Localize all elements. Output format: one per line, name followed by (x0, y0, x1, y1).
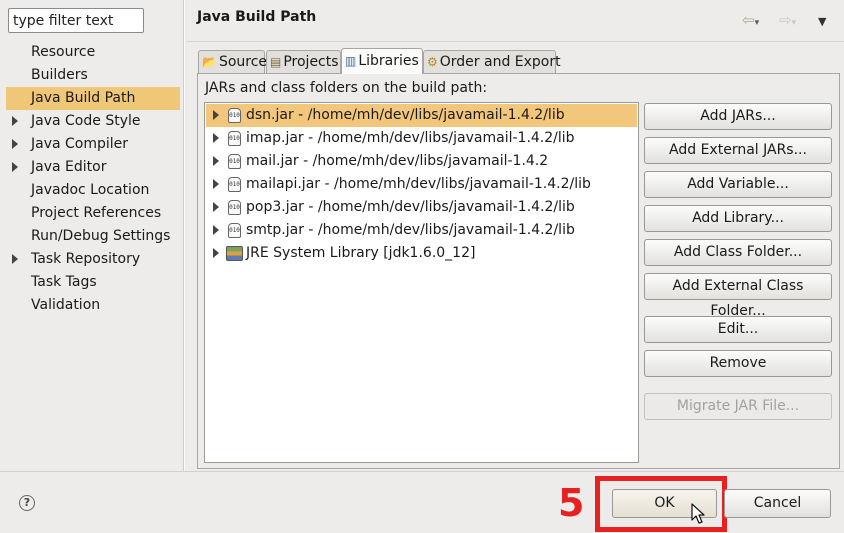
tree-item[interactable]: Java Compiler (6, 133, 180, 156)
tab-source[interactable]: 📂 Source (198, 50, 268, 73)
projects-icon: ▤ (270, 54, 282, 69)
library-row-label: imap.jar - /home/mh/dev/libs/javamail-1.… (246, 130, 575, 146)
expand-arrow-icon[interactable] (12, 254, 18, 264)
tab-order-export[interactable]: ⚙ Order and Export (423, 50, 561, 73)
tree-item[interactable]: Task Repository (6, 248, 180, 271)
page-title: Java Build Path (197, 9, 317, 25)
tab-label: Source (218, 53, 268, 70)
add-library-button[interactable]: Add Library... (644, 205, 832, 232)
library-row[interactable]: 010 dsn.jar - /home/mh/dev/libs/javamail-… (206, 104, 637, 127)
expand-arrow-icon[interactable] (213, 156, 219, 166)
tree-item-label: Task Repository (31, 251, 141, 267)
jar-icon: 010 (228, 154, 241, 169)
libraries-list-label: JARs and class folders on the build path… (205, 80, 488, 96)
pane-divider-highlight (184, 0, 185, 471)
tree-item-label: Builders (31, 67, 88, 83)
tree-item-label: Project References (31, 205, 162, 221)
expand-arrow-icon[interactable] (12, 162, 18, 172)
tab-label: Order and Export (439, 53, 561, 70)
tree-item[interactable]: Project References (6, 202, 180, 225)
expand-arrow-icon[interactable] (213, 179, 219, 189)
library-row-label: mail.jar - /home/mh/dev/libs/javamail-1.… (246, 153, 549, 169)
tree-item-label: Java Compiler (31, 136, 129, 152)
help-icon[interactable]: ? (19, 495, 35, 511)
tab-libraries[interactable]: ▥ Libraries (341, 48, 423, 74)
add-external-class-folder-button[interactable]: Add External Class Folder... (644, 273, 832, 319)
library-row[interactable]: 010 imap.jar - /home/mh/dev/libs/javamail… (206, 127, 637, 150)
library-row[interactable]: 010 mailapi.jar - /home/mh/dev/libs/javam… (206, 173, 637, 196)
tree-item[interactable]: Java Build Path (6, 87, 180, 110)
view-menu-icon[interactable]: ▼ (818, 14, 826, 30)
tree-item[interactable]: Task Tags (6, 271, 180, 294)
preference-tree-pane: Resource Builders Java Build Path Java Code… (0, 0, 183, 471)
cancel-button[interactable]: Cancel (724, 489, 831, 518)
filter-input[interactable] (8, 8, 144, 33)
tree-item-label: Java Build Path (31, 90, 136, 106)
add-class-folder-button[interactable]: Add Class Folder... (644, 239, 832, 266)
jar-icon: 010 (228, 131, 241, 146)
tab-label: Projects (283, 53, 339, 70)
jar-icon: 010 (228, 108, 241, 123)
expand-arrow-icon[interactable] (213, 110, 219, 120)
tree-item-label: Resource (31, 44, 96, 60)
libraries-icon: ▥ (345, 54, 357, 68)
jar-icon: 010 (228, 200, 241, 215)
tree-item[interactable]: Java Editor (6, 156, 180, 179)
forward-arrow-icon: ⇨▾ (779, 11, 797, 29)
step-number-annotation: 5 (558, 481, 585, 525)
add-variable-button[interactable]: Add Variable... (644, 171, 832, 198)
tab-projects[interactable]: ▤ Projects (266, 50, 341, 73)
library-row-label: smtp.jar - /home/mh/dev/libs/javamail-1.… (246, 222, 575, 238)
mouse-pointer-icon (691, 503, 705, 524)
back-arrow-icon[interactable]: ⇦▾ (742, 12, 759, 31)
jre-library-icon (226, 246, 243, 261)
expand-arrow-icon[interactable] (12, 116, 18, 126)
jar-icon: 010 (228, 177, 241, 192)
tree-item[interactable]: Run/Debug Settings (6, 225, 180, 248)
order-export-icon: ⚙ (427, 54, 438, 69)
tree-item-label: Java Editor (31, 159, 107, 175)
tree-item[interactable]: Builders (6, 64, 180, 87)
add-jars-button[interactable]: Add JARs... (644, 103, 832, 130)
library-row-label: mailapi.jar - /home/mh/dev/libs/javamail… (246, 176, 591, 192)
add-external-jars-button[interactable]: Add External JARs... (644, 137, 832, 164)
tree-item[interactable]: Javadoc Location (6, 179, 180, 202)
tree-item-label: Task Tags (31, 274, 97, 290)
migrate-jar-button: Migrate JAR File... (644, 393, 832, 420)
library-row-label: pop3.jar - /home/mh/dev/libs/javamail-1.… (246, 199, 575, 215)
tab-label: Libraries (358, 53, 419, 69)
library-row[interactable]: JRE System Library [jdk1.6.0_12] (206, 242, 637, 265)
expand-arrow-icon[interactable] (213, 202, 219, 212)
library-row[interactable]: 010 pop3.jar - /home/mh/dev/libs/javamail… (206, 196, 637, 219)
libraries-list[interactable]: 010 dsn.jar - /home/mh/dev/libs/javamail-… (204, 102, 639, 463)
library-row-label: JRE System Library [jdk1.6.0_12] (246, 245, 476, 261)
remove-button[interactable]: Remove (644, 350, 832, 377)
library-row[interactable]: 010 mail.jar - /home/mh/dev/libs/javamail… (206, 150, 637, 173)
edit-button[interactable]: Edit... (644, 316, 832, 343)
library-row-label: dsn.jar - /home/mh/dev/libs/javamail-1.4… (246, 107, 565, 123)
source-folder-icon: 📂 (202, 54, 217, 69)
header-divider (186, 41, 844, 42)
jar-icon: 010 (228, 223, 241, 238)
tree-item[interactable]: Validation (6, 294, 180, 317)
tree-item[interactable]: Resource (6, 41, 180, 64)
expand-arrow-icon[interactable] (12, 139, 18, 149)
tree-item-label: Run/Debug Settings (31, 228, 171, 244)
tree-item-label: Javadoc Location (31, 182, 150, 198)
tree-item-label: Java Code Style (31, 113, 141, 129)
expand-arrow-icon[interactable] (213, 248, 219, 258)
expand-arrow-icon[interactable] (213, 133, 219, 143)
tree-item[interactable]: Java Code Style (6, 110, 180, 133)
libraries-panel: JARs and class folders on the build path… (197, 73, 840, 469)
footer-divider (0, 471, 844, 472)
tree-item-label: Validation (31, 297, 101, 313)
expand-arrow-icon[interactable] (213, 225, 219, 235)
library-row[interactable]: 010 smtp.jar - /home/mh/dev/libs/javamail… (206, 219, 637, 242)
